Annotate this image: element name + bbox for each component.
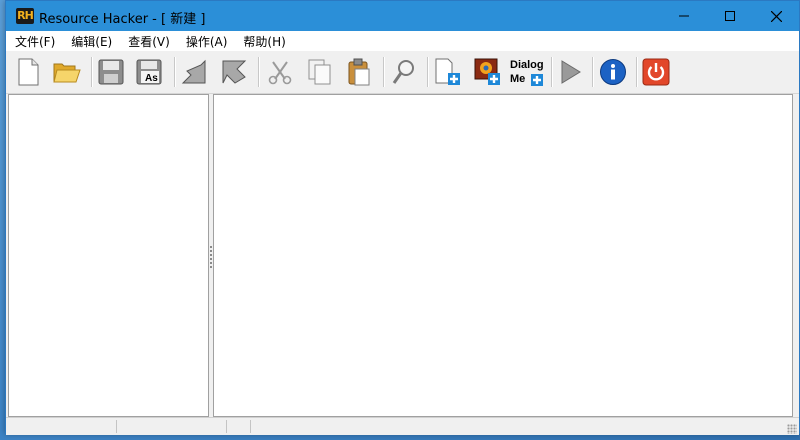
close-button[interactable] [753,1,799,31]
open-folder-icon [53,63,81,83]
add-resource-icon [435,58,460,85]
save-button[interactable] [95,56,127,88]
run-script-icon [561,60,581,84]
add-image-resource-icon [474,58,500,85]
copy-icon [308,59,331,85]
toolbar-separator [174,57,176,87]
maximize-icon [725,11,735,21]
resource-hacker-window: RH Resource Hacker - [ 新建 ] 文件(F) 编辑(E) … [5,0,800,435]
close-icon [770,10,782,22]
maximize-button[interactable] [707,1,753,31]
add-resource-button[interactable] [432,56,464,88]
toolbar-separator [636,57,638,87]
resource-tree-pane[interactable] [8,94,209,417]
cut-icon [268,61,292,85]
toolbar-separator [91,57,93,87]
exit-button[interactable] [640,56,672,88]
menu-edit[interactable]: 编辑(E) [62,33,119,50]
compile-icon [181,59,206,84]
toolbar-separator [383,57,385,87]
menu-view[interactable]: 查看(V) [119,33,177,50]
title-bar[interactable]: RH Resource Hacker - [ 新建 ] [6,1,799,31]
find-icon [392,60,414,84]
copy-button[interactable] [304,56,336,88]
run-script-button[interactable] [554,56,586,88]
go-icon [222,60,247,84]
splitter-grip [210,246,212,268]
minimize-button[interactable] [661,1,707,31]
status-segment [8,420,117,433]
add-image-button[interactable] [472,56,504,88]
resource-editor-pane[interactable] [213,94,793,417]
info-button[interactable] [597,56,629,88]
dialog-merger-label: Dialog Me [510,59,544,85]
toolbar-separator [427,57,429,87]
menu-help[interactable]: 帮助(H) [234,33,292,50]
toolbar-separator [592,57,594,87]
paste-button[interactable] [343,56,375,88]
info-icon [600,59,626,85]
status-bar [6,417,799,435]
open-button[interactable] [51,56,83,88]
exit-icon [642,58,670,86]
window-title: Resource Hacker - [ 新建 ] [39,12,206,27]
status-segment [118,420,227,433]
app-icon: RH [16,8,34,24]
dialog-label-line1: Dialog [510,59,544,71]
save-icon [98,59,124,85]
menu-action[interactable]: 操作(A) [177,33,235,50]
minimize-icon [679,15,689,17]
save-as-badge: As [145,73,158,84]
status-segment [252,420,782,433]
paste-icon [348,58,370,86]
compile-button[interactable] [178,56,210,88]
menu-file[interactable]: 文件(F) [6,33,62,50]
new-file-icon [18,58,39,86]
dialog-label-line2: Me [510,73,526,85]
new-button[interactable] [12,56,44,88]
resize-grip-icon[interactable] [787,424,797,434]
go-button[interactable] [218,56,250,88]
status-segment [228,420,251,433]
menu-bar: 文件(F) 编辑(E) 查看(V) 操作(A) 帮助(H) [6,31,799,51]
cut-button[interactable] [264,56,296,88]
save-as-button[interactable]: As [133,56,165,88]
find-button[interactable] [388,56,420,88]
toolbar-separator [551,57,553,87]
toolbar-separator [258,57,260,87]
toolbar: As Dialog Me [6,51,799,94]
